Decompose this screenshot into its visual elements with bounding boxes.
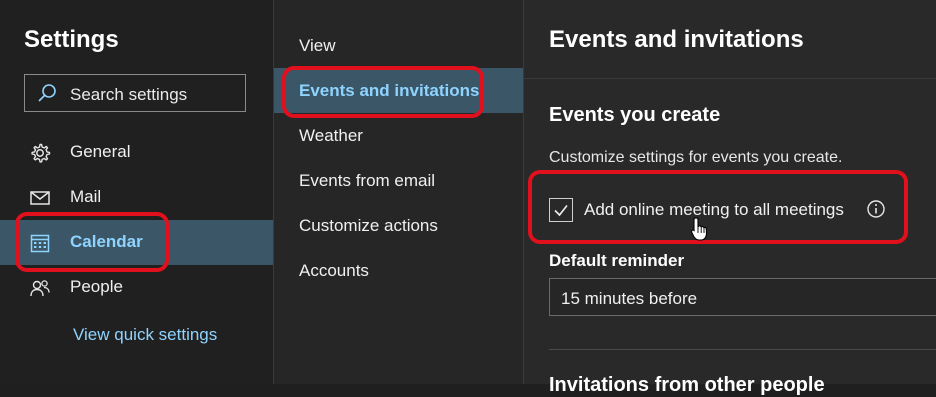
- divider: [524, 78, 936, 79]
- default-reminder-label: Default reminder: [549, 251, 685, 270]
- mail-icon: [30, 191, 50, 205]
- view-quick-settings-link[interactable]: View quick settings: [73, 325, 217, 345]
- subnav-item-weather[interactable]: Weather: [274, 113, 523, 158]
- subnav-item-view[interactable]: View: [274, 23, 523, 68]
- search-icon: [38, 84, 56, 102]
- subnav-item-label: Accounts: [299, 261, 369, 280]
- sidebar-item-label: Mail: [70, 187, 102, 206]
- subnav-item-label: Events from email: [299, 171, 436, 190]
- page-title: Events and invitations: [549, 26, 804, 53]
- section-title: Events you create: [549, 104, 721, 126]
- subnav-item-label: Weather: [299, 126, 363, 145]
- subnav-item-customize-actions[interactable]: Customize actions: [274, 203, 523, 248]
- gear-icon: [31, 143, 51, 163]
- sidebar-item-label: People: [70, 277, 123, 296]
- people-icon: [30, 280, 50, 297]
- annotation-highlight-online-meeting: [528, 170, 908, 244]
- section-description: Customize settings for events you create…: [549, 149, 843, 166]
- search-input[interactable]: Search settings: [24, 74, 246, 112]
- search-placeholder: Search settings: [70, 85, 188, 104]
- annotation-highlight-calendar: [15, 212, 169, 272]
- sidebar-item-general[interactable]: General: [0, 130, 273, 175]
- sidebar-item-label: General: [70, 142, 131, 161]
- divider: [549, 349, 936, 350]
- subnav-item-accounts[interactable]: Accounts: [274, 248, 523, 293]
- annotation-highlight-events: [282, 66, 484, 118]
- default-reminder-dropdown[interactable]: 15 minutes before: [549, 278, 936, 316]
- subnav-item-events-from-email[interactable]: Events from email: [274, 158, 523, 203]
- section-title-invitations: Invitations from other people: [549, 374, 825, 396]
- subnav-item-label: View: [299, 36, 336, 55]
- hand-cursor-icon: [691, 217, 708, 241]
- settings-title: Settings: [24, 26, 119, 53]
- subnav-item-label: Customize actions: [299, 216, 438, 235]
- default-reminder-value: 15 minutes before: [561, 289, 698, 308]
